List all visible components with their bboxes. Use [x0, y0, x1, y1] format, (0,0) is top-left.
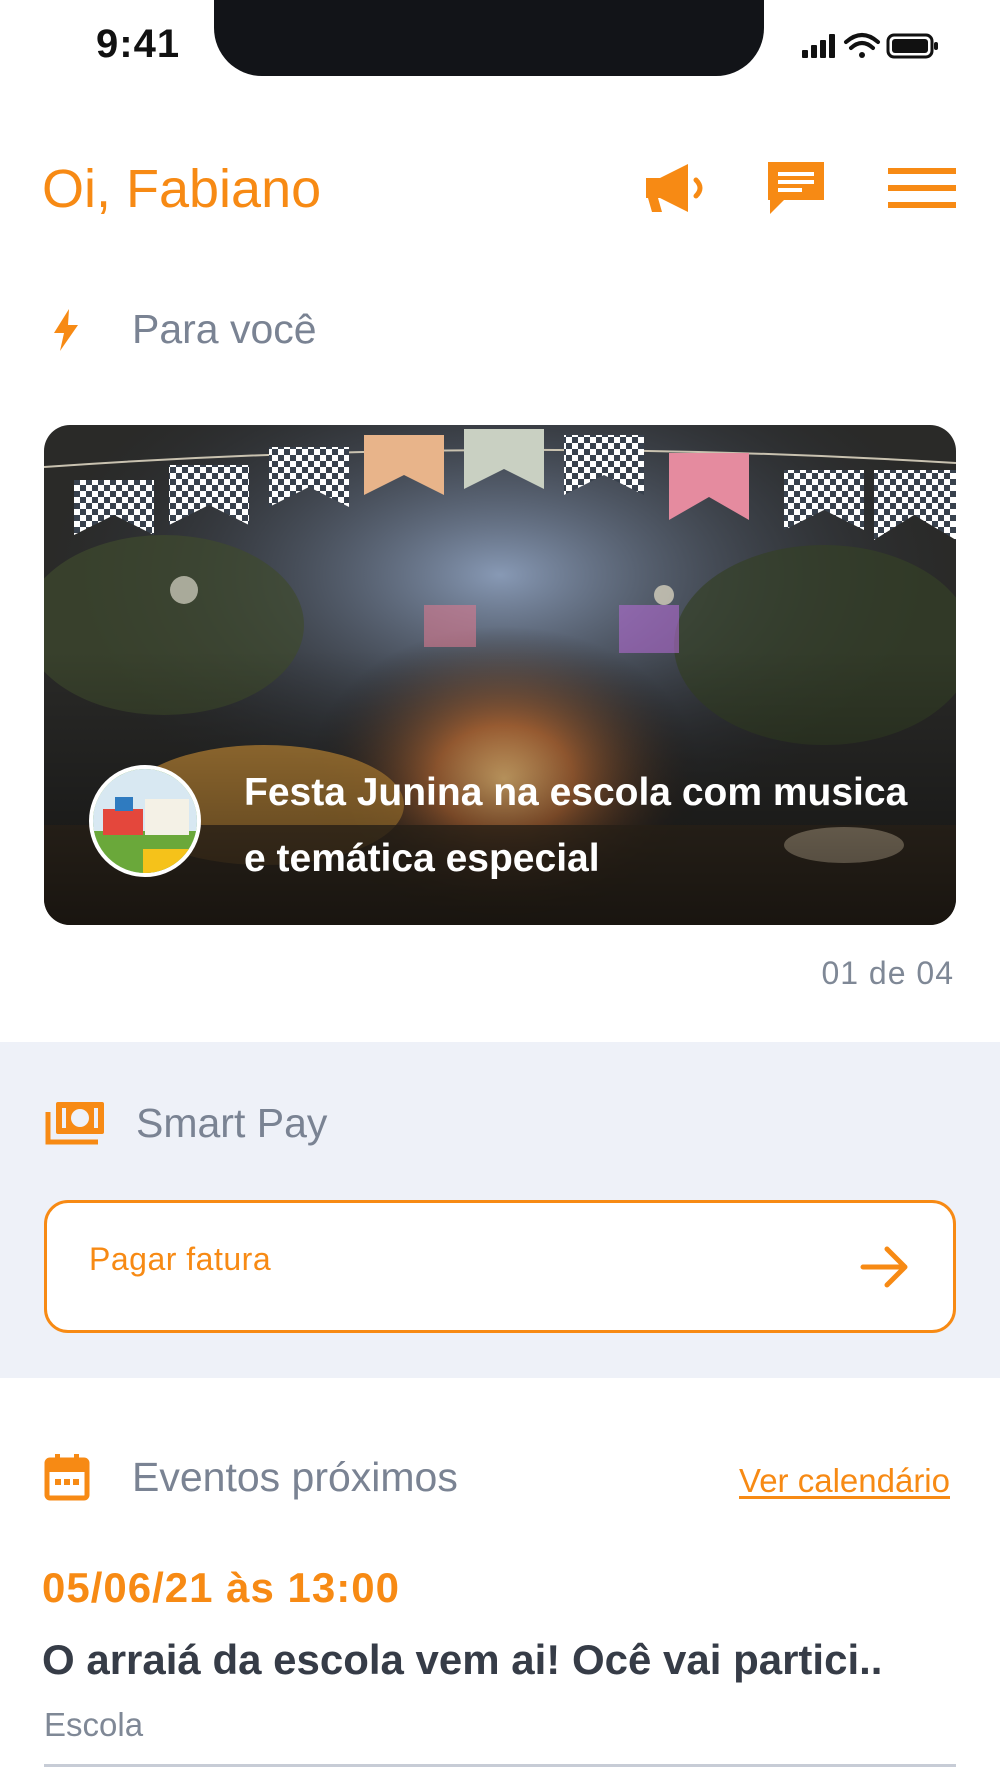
pay-invoice-label: Pagar fatura — [89, 1241, 272, 1277]
wifi-icon — [844, 33, 880, 58]
para-voce-header: Para você — [50, 306, 317, 353]
calendar-icon — [44, 1454, 90, 1501]
featured-card-title: Festa Junina na escola com musica e temá… — [244, 771, 908, 880]
device-notch — [214, 0, 764, 76]
megaphone-icon[interactable] — [640, 158, 710, 218]
status-bar: 9:41 — [0, 0, 1000, 90]
divider — [44, 1764, 956, 1767]
signal-icon — [802, 34, 835, 58]
status-time: 9:41 — [96, 22, 181, 66]
lightning-icon — [54, 308, 78, 351]
arrow-right-icon — [860, 1246, 908, 1288]
event-date: 05/06/21 às 13:00 — [42, 1564, 400, 1611]
menu-icon[interactable] — [886, 158, 958, 218]
greeting: Oi, Fabiano — [42, 159, 322, 219]
money-icon — [45, 1102, 104, 1145]
view-calendar-link[interactable]: Ver calendário — [739, 1462, 950, 1500]
smart-pay-header: Smart Pay — [44, 1098, 327, 1148]
events-header: Eventos próximos — [44, 1452, 458, 1502]
smart-pay-title: Smart Pay — [136, 1099, 328, 1146]
event-category: Escola — [44, 1706, 144, 1743]
event-title: O arraiá da escola vem ai! Ocê vai parti… — [42, 1636, 883, 1683]
status-icons — [800, 30, 940, 60]
pay-invoice-button[interactable]: Pagar fatura — [44, 1200, 956, 1333]
carousel-pager: 01 de 04 — [821, 955, 954, 991]
battery-icon — [886, 33, 938, 59]
featured-card[interactable]: Festa Junina na escola com musica e temá… — [44, 425, 956, 925]
chat-icon[interactable] — [762, 158, 832, 218]
events-title: Eventos próximos — [132, 1453, 458, 1500]
para-voce-title: Para você — [132, 306, 317, 352]
school-avatar — [89, 765, 201, 877]
